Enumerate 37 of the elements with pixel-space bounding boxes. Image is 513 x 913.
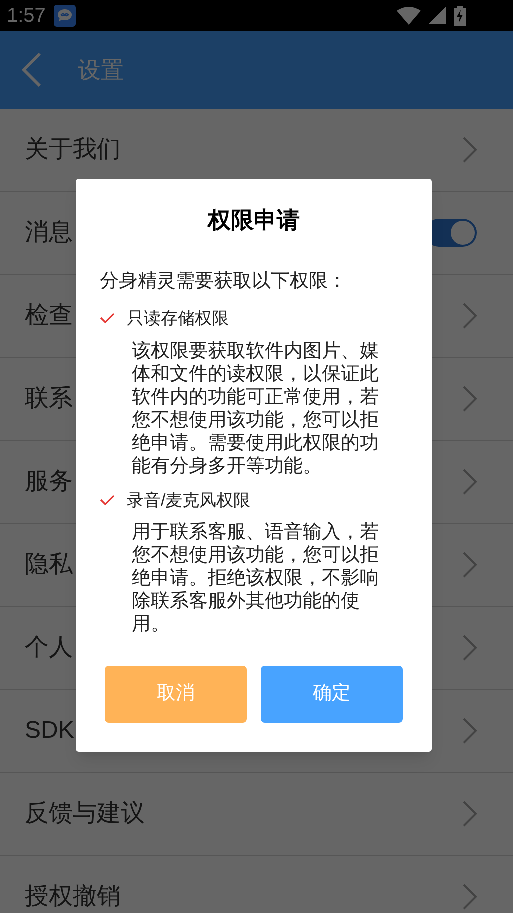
dialog-title: 权限申请 (206, 206, 301, 235)
chevron-right-icon (463, 469, 477, 495)
confirm-button[interactable]: 确定 (261, 666, 403, 723)
dialog-intro: 分身精灵需要获取以下权限： (99, 270, 348, 294)
cancel-button[interactable]: 取消 (105, 666, 247, 723)
chevron-right-icon (463, 303, 477, 329)
chevron-right-icon (463, 386, 477, 412)
page-title: 设置 (78, 56, 124, 85)
settings-label: 授权撤销 (25, 882, 121, 912)
chat-app-icon (54, 4, 76, 26)
check-icon (100, 494, 115, 506)
chevron-right-icon (463, 552, 477, 578)
chevron-right-icon (463, 884, 477, 910)
battery-icon (454, 6, 466, 26)
settings-row[interactable]: 授权撤销 (0, 856, 513, 913)
settings-label: 检查 (25, 301, 73, 331)
chevron-right-icon (463, 137, 477, 163)
settings-label: SDK (25, 716, 74, 746)
settings-label: 个人 (25, 633, 73, 663)
settings-label: 隐私 (25, 550, 73, 580)
settings-row[interactable]: 反馈与建议 (0, 773, 513, 856)
settings-label: 联系 (25, 384, 73, 414)
chevron-right-icon (463, 801, 477, 827)
wifi-icon (397, 6, 421, 24)
permission-name: 录音/麦克风权限 (127, 490, 251, 512)
settings-label: 服务 (25, 467, 73, 497)
settings-label: 消息 (25, 218, 73, 248)
status-time: 1:57 (7, 4, 46, 28)
settings-label: 关于我们 (25, 135, 121, 165)
signal-icon (429, 7, 446, 24)
chevron-right-icon (463, 635, 477, 661)
check-icon (100, 313, 115, 324)
permission-description: 用于联系客服、语音输入，若您不想使用该功能，您可以拒绝申请。拒绝该权限，不影响除联系客服外其他功能的使用。 (132, 521, 380, 636)
chevron-right-icon (463, 718, 477, 744)
permission-name: 只读存储权限 (127, 308, 229, 330)
permission-description: 该权限要获取软件内图片、媒体和文件的读权限，以保证此软件内的功能可正常使用，若您不想使用该功能，您可以拒绝申请。需要使用此权限的功能有分身多开等功能。 (132, 340, 380, 478)
settings-label: 反馈与建议 (25, 799, 145, 829)
